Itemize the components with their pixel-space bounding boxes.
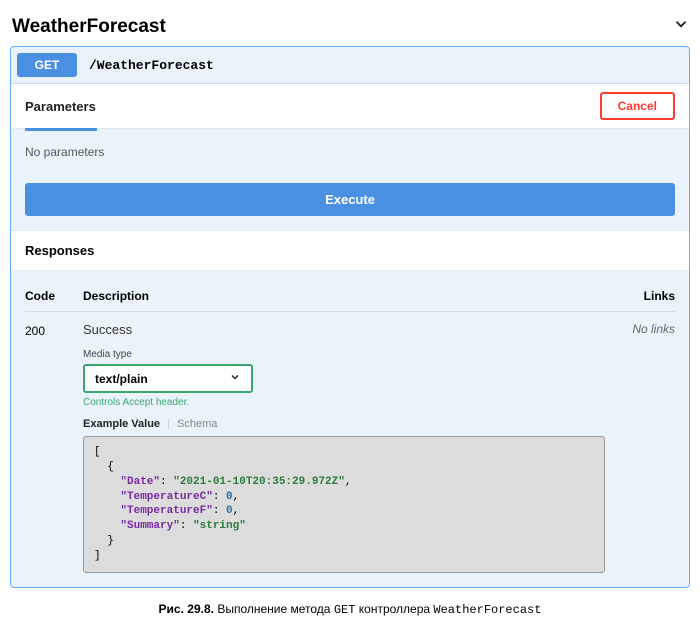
chevron-down-icon [229,371,241,386]
chevron-down-icon [672,15,690,38]
responses-columns: Code Description Links [25,281,675,312]
execute-button[interactable]: Execute [25,183,675,216]
parameters-title: Parameters [25,99,96,114]
cancel-button[interactable]: Cancel [600,92,675,120]
tab-schema[interactable]: Schema [177,418,217,430]
figure-caption: Рис. 29.8. Выполнение метода GET контрол… [10,602,690,617]
parameters-header: Parameters Cancel [11,84,689,129]
execute-wrap: Execute [11,173,689,230]
col-description: Description [83,289,605,303]
tab-separator: | [167,418,170,430]
response-description: Success Media type text/plain Controls A… [83,322,605,573]
example-value-box: [ { "Date": "2021-01-10T20:35:29.972Z", … [83,436,605,573]
responses-table: Code Description Links 200 Success Media… [11,271,689,587]
media-type-value: text/plain [95,372,148,386]
col-code: Code [25,289,83,303]
media-type-select[interactable]: text/plain [83,364,253,393]
operation-block: GET /WeatherForecast Parameters Cancel N… [10,46,690,588]
tag-header[interactable]: WeatherForecast [10,10,690,46]
example-tabs: Example Value | Schema [83,418,605,430]
no-parameters-text: No parameters [11,131,689,173]
endpoint-path: /WeatherForecast [89,58,214,73]
tab-example-value[interactable]: Example Value [83,418,160,430]
response-message: Success [83,322,605,337]
col-links: Links [605,289,675,303]
tag-title: WeatherForecast [12,16,166,38]
responses-header: Responses [11,230,689,271]
response-links: No links [605,322,675,573]
accept-header-hint: Controls Accept header. [83,397,605,408]
response-code: 200 [25,322,83,573]
media-type-label: Media type [83,349,605,360]
operation-summary[interactable]: GET /WeatherForecast [11,47,689,84]
response-row: 200 Success Media type text/plain Contro… [25,312,675,573]
method-badge: GET [17,53,77,77]
